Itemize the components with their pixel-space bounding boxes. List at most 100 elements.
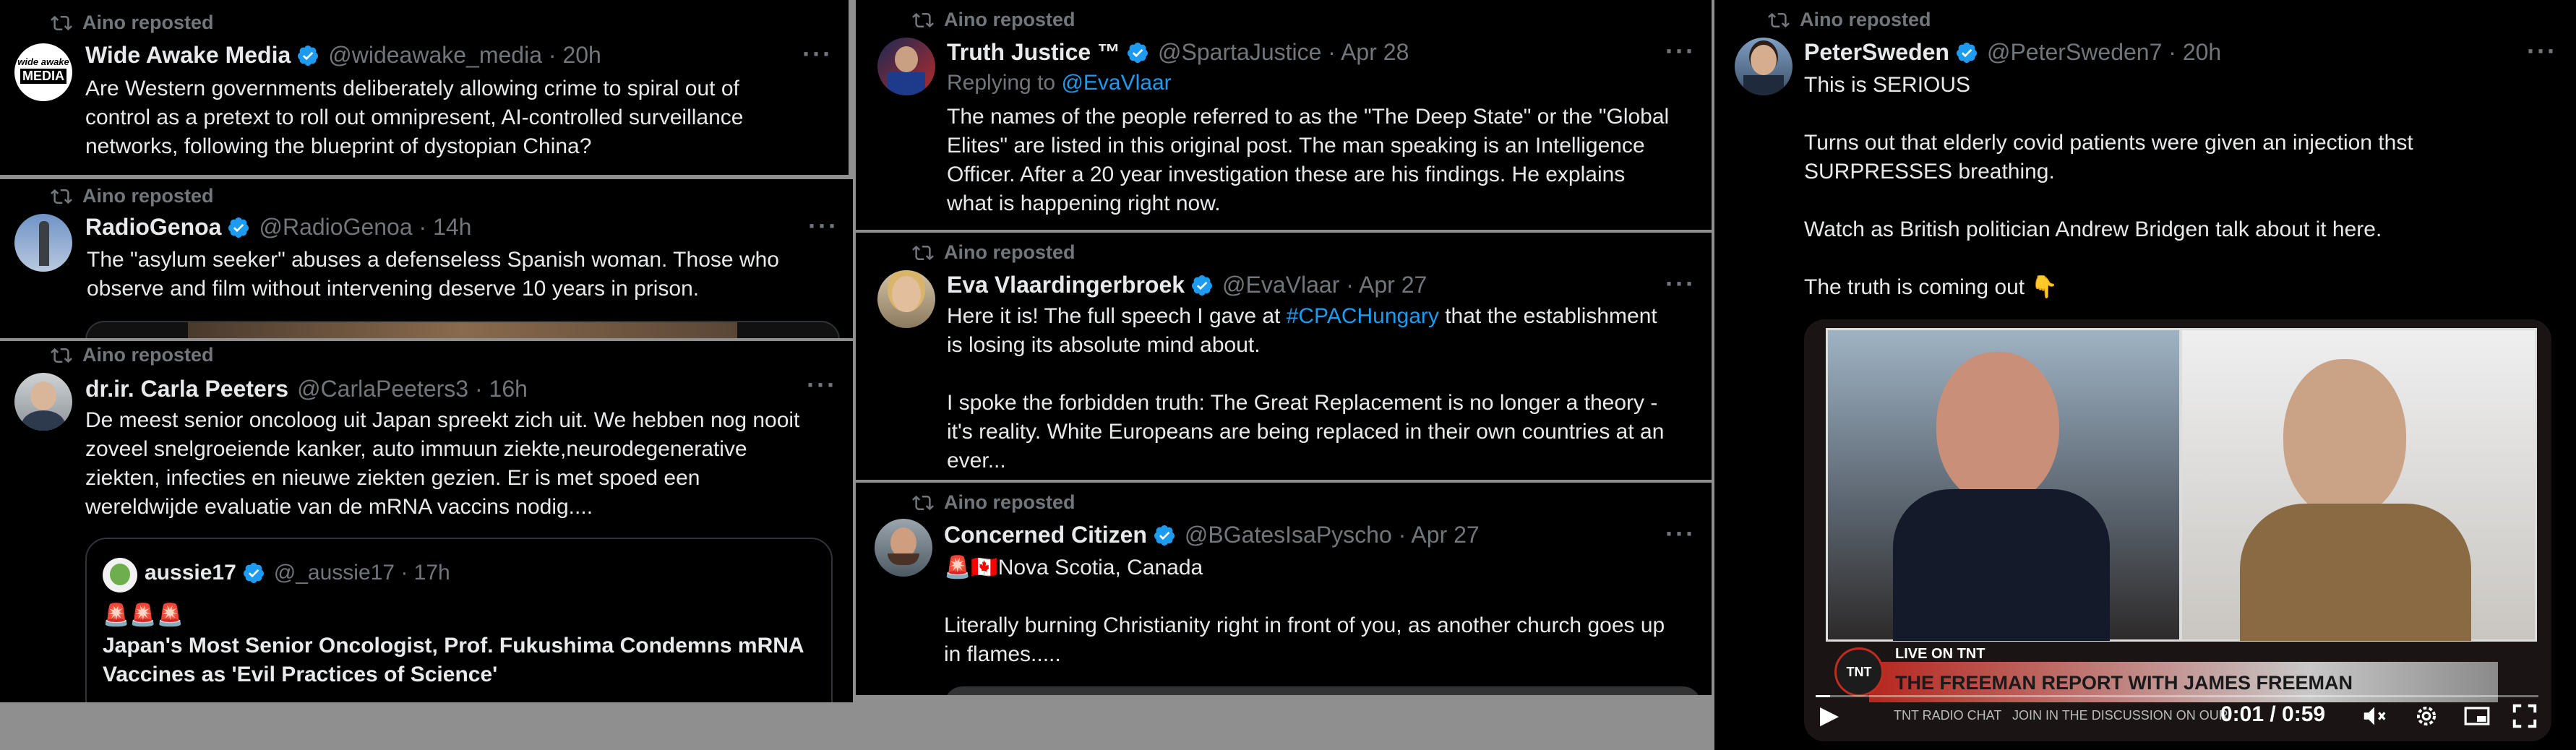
- repost-label: Aino reposted: [944, 491, 1076, 513]
- video-frame-right: [2180, 328, 2537, 642]
- repost-icon: [51, 189, 72, 204]
- author-name[interactable]: RadioGenoa: [85, 214, 221, 241]
- video-frame-left: [1826, 328, 2181, 642]
- repost-indicator: Aino reposted: [51, 12, 214, 34]
- post-text: Literally burning Christianity right in …: [944, 613, 1665, 666]
- post-card-wide-awake-media[interactable]: Aino reposted wide awake MEDIA Wide Awak…: [0, 0, 849, 175]
- avatar[interactable]: [14, 214, 72, 272]
- author-handle[interactable]: @BGatesIsaPyscho · Apr 27: [1185, 522, 1480, 548]
- repost-icon: [912, 245, 934, 260]
- post-card-radiogenoa[interactable]: Aino reposted RadioGenoa @RadioGenoa · 1…: [0, 179, 853, 338]
- author-handle[interactable]: @PeterSweden7 · 20h: [1987, 39, 2221, 66]
- author-name[interactable]: Eva Vlaardingerbroek: [947, 272, 1185, 298]
- verified-badge-icon: [228, 217, 249, 238]
- post-text-part: that the establishment is losing its abs…: [947, 304, 1665, 473]
- author-name[interactable]: PeterSweden: [1804, 39, 1949, 66]
- author-handle[interactable]: @CarlaPeeters3 · 16h: [297, 376, 528, 402]
- tnt-logo: TNT: [1834, 647, 1884, 697]
- post-card-concerned-citizen[interactable]: Aino reposted Concerned Citizen @BGatesI…: [856, 483, 1712, 695]
- repost-indicator: Aino reposted: [912, 9, 1076, 31]
- post-text: The "asylum seeker" abuses a defenseless…: [87, 248, 779, 301]
- video-progress-fill: [1816, 695, 1830, 697]
- repost-label: Aino reposted: [82, 344, 214, 366]
- author-handle[interactable]: @SpartaJustice · Apr 28: [1158, 39, 1409, 66]
- fullscreen-icon[interactable]: [2511, 702, 2538, 730]
- author-handle[interactable]: @wideawake_media · 20h: [328, 42, 601, 69]
- volume-mute-icon[interactable]: [2361, 702, 2388, 730]
- ticker-text: TNT RADIO CHAT JOIN IN THE DISCUSSION ON…: [1894, 708, 2228, 723]
- quoted-avatar[interactable]: [103, 558, 137, 592]
- author-name[interactable]: dr.ir. Carla Peeters: [85, 376, 288, 402]
- avatar[interactable]: [1735, 38, 1793, 95]
- quoted-post[interactable]: aussie17 @_aussie17 · 17h 🚨🚨🚨 Japan's Mo…: [85, 538, 833, 702]
- verified-badge-icon: [298, 45, 319, 66]
- author-handle[interactable]: @RadioGenoa · 14h: [259, 214, 471, 241]
- verified-badge-icon: [1154, 525, 1175, 546]
- repost-icon: [912, 12, 934, 27]
- post-media-thumbnail[interactable]: [85, 321, 840, 338]
- verified-badge-icon: [1128, 42, 1149, 63]
- repost-indicator: Aino reposted: [51, 185, 214, 207]
- more-options-icon[interactable]: ···: [807, 370, 837, 400]
- quoted-author-handle[interactable]: @_aussie17 · 17h: [274, 561, 450, 585]
- video-progress-track[interactable]: [1816, 695, 2538, 697]
- post-media-thumbnail[interactable]: [944, 686, 1701, 695]
- repost-label: Aino reposted: [944, 9, 1076, 30]
- hashtag-link[interactable]: #CPACHungary: [1287, 304, 1439, 328]
- quoted-emojis: 🚨🚨🚨: [103, 603, 184, 627]
- post-location-line: 🚨🇨🇦Nova Scotia, Canada: [944, 556, 1203, 579]
- post-card-carla-peeters[interactable]: Aino reposted dr.ir. Carla Peeters @Carl…: [0, 341, 853, 702]
- play-icon[interactable]: ▶: [1820, 701, 1839, 730]
- replying-to: Replying to @EvaVlaar: [947, 71, 1172, 95]
- more-options-icon[interactable]: ···: [1665, 36, 1696, 66]
- more-options-icon[interactable]: ···: [2527, 36, 2557, 66]
- repost-label: Aino reposted: [1800, 9, 1931, 30]
- video-player[interactable]: LIVE ON TNT THE FREEMAN REPORT WITH JAME…: [1804, 319, 2551, 741]
- author-handle[interactable]: @EvaVlaar · Apr 27: [1222, 272, 1427, 298]
- repost-indicator: Aino reposted: [1768, 9, 1931, 31]
- post-card-truth-justice[interactable]: Aino reposted Truth Justice ™ @SpartaJus…: [856, 0, 1712, 230]
- post-card-eva-vlaardingerbroek[interactable]: Aino reposted Eva Vlaardingerbroek @EvaV…: [856, 233, 1712, 480]
- more-options-icon[interactable]: ···: [1665, 269, 1696, 299]
- repost-indicator: Aino reposted: [912, 491, 1076, 514]
- repost-icon: [51, 348, 72, 363]
- repost-icon: [912, 495, 934, 510]
- show-title: THE FREEMAN REPORT WITH JAMES FREEMAN: [1895, 672, 2353, 694]
- avatar[interactable]: [14, 373, 72, 431]
- live-label: LIVE ON TNT: [1895, 646, 1985, 662]
- author-name[interactable]: Wide Awake Media: [85, 42, 291, 69]
- verified-badge-icon: [1956, 42, 1977, 63]
- verified-badge-icon: [1192, 275, 1213, 296]
- repost-label: Aino reposted: [82, 185, 214, 207]
- more-options-icon[interactable]: ···: [802, 39, 833, 69]
- post-card-petersweden[interactable]: Aino reposted PeterSweden @PeterSweden7 …: [1714, 0, 2576, 750]
- post-text: Here it is! The full speech I gave at #C…: [947, 302, 1706, 475]
- post-text: De meest senior oncoloog uit Japan spree…: [85, 408, 800, 519]
- author-name[interactable]: Concerned Citizen: [944, 522, 1147, 548]
- avatar[interactable]: wide awake MEDIA: [14, 43, 72, 101]
- repost-icon: [51, 15, 72, 30]
- replying-to-handle-link[interactable]: @EvaVlaar: [1061, 71, 1171, 95]
- avatar[interactable]: [875, 519, 932, 577]
- replying-to-label: Replying to: [947, 71, 1062, 95]
- avatar[interactable]: [877, 38, 935, 95]
- verified-badge-icon: [243, 563, 264, 583]
- more-options-icon[interactable]: ···: [1665, 519, 1696, 549]
- repost-indicator: Aino reposted: [51, 344, 214, 366]
- more-options-icon[interactable]: ···: [808, 211, 838, 241]
- avatar[interactable]: [877, 270, 935, 328]
- repost-indicator: Aino reposted: [912, 241, 1076, 264]
- repost-label: Aino reposted: [82, 12, 214, 33]
- post-text: The names of the people referred to as t…: [947, 105, 1670, 215]
- avatar-logo-main-text: MEDIA: [20, 69, 66, 84]
- settings-icon[interactable]: [2413, 702, 2440, 730]
- post-text: Are Western governments deliberately all…: [85, 77, 744, 158]
- quoted-author-name[interactable]: aussie17: [145, 561, 236, 585]
- pip-icon[interactable]: [2463, 702, 2491, 730]
- quoted-text: Japan's Most Senior Oncologist, Prof. Fu…: [103, 634, 804, 686]
- repost-label: Aino reposted: [944, 241, 1076, 263]
- author-name[interactable]: Truth Justice ™: [947, 39, 1120, 66]
- post-text: This is SERIOUS Turns out that elderly c…: [1804, 73, 2413, 299]
- post-text-part: Here it is! The full speech I gave at: [947, 304, 1287, 328]
- repost-icon: [1768, 12, 1790, 27]
